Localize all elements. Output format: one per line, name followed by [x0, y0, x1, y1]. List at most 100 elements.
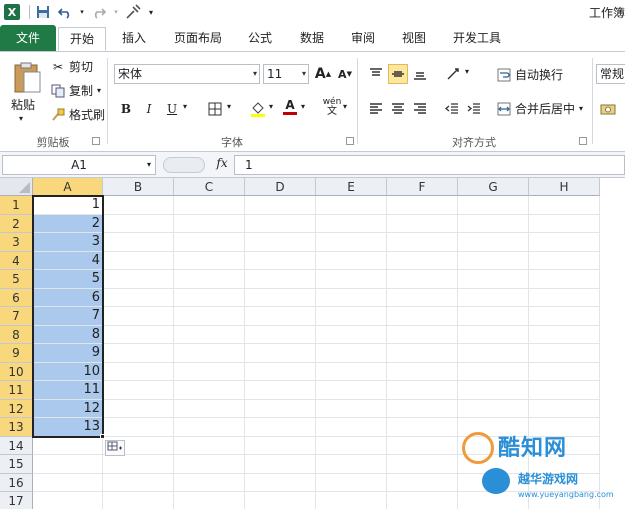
cell-h6[interactable] — [529, 288, 600, 307]
cell-h10[interactable] — [529, 362, 600, 381]
cell-d8[interactable] — [245, 325, 316, 344]
redo-icon[interactable] — [90, 3, 108, 21]
cell-b13[interactable] — [103, 418, 174, 437]
orientation-button[interactable] — [444, 64, 464, 84]
cell-c16[interactable] — [174, 473, 245, 492]
tab-page-layout[interactable]: 页面布局 — [168, 27, 228, 51]
cell-g9[interactable] — [458, 344, 529, 363]
cell-a15[interactable] — [33, 455, 103, 474]
cell-a14[interactable] — [33, 436, 103, 455]
clipboard-launcher-icon[interactable] — [92, 137, 100, 145]
cell-g8[interactable] — [458, 325, 529, 344]
cell-f16[interactable] — [387, 473, 458, 492]
cell-c12[interactable] — [174, 399, 245, 418]
cell-g1[interactable] — [458, 196, 529, 215]
column-header-b[interactable]: B — [103, 178, 174, 196]
tab-developer[interactable]: 开发工具 — [446, 27, 508, 51]
row-header-17[interactable]: 17 — [0, 492, 33, 509]
cell-g11[interactable] — [458, 381, 529, 400]
cell-b3[interactable] — [103, 233, 174, 252]
tab-file[interactable]: 文件 — [0, 25, 56, 51]
cell-d15[interactable] — [245, 455, 316, 474]
fill-color-button[interactable] — [248, 99, 268, 119]
tab-formulas[interactable]: 公式 — [240, 27, 280, 51]
row-header-2[interactable]: 2 — [0, 214, 33, 233]
font-size-select[interactable]: 11 ▾ — [263, 64, 309, 84]
number-format-select[interactable]: 常规 — [596, 64, 625, 84]
grow-font-button[interactable]: A ▲ — [313, 64, 333, 84]
cell-c13[interactable] — [174, 418, 245, 437]
cell-d17[interactable] — [245, 492, 316, 509]
cell-d5[interactable] — [245, 270, 316, 289]
cell-d16[interactable] — [245, 473, 316, 492]
cell-e16[interactable] — [316, 473, 387, 492]
cell-e3[interactable] — [316, 233, 387, 252]
italic-button[interactable]: I — [139, 99, 159, 119]
name-box-dropdown-icon[interactable]: ▾ — [147, 156, 151, 174]
borders-button[interactable] — [205, 99, 225, 119]
wrap-text-button[interactable]: 自动换行 — [496, 66, 563, 83]
cell-e14[interactable] — [316, 436, 387, 455]
cell-e2[interactable] — [316, 214, 387, 233]
cell-g3[interactable] — [458, 233, 529, 252]
formula-bar-divider[interactable] — [163, 157, 205, 173]
cell-b12[interactable] — [103, 399, 174, 418]
cell-h11[interactable] — [529, 381, 600, 400]
cut-button[interactable]: ✂ 剪切 — [50, 58, 93, 75]
cell-a5[interactable]: 5 — [33, 270, 103, 289]
align-center-button[interactable] — [388, 99, 408, 119]
cell-b7[interactable] — [103, 307, 174, 326]
currency-format-button[interactable] — [598, 99, 618, 119]
row-header-13[interactable]: 13 — [0, 418, 33, 437]
cell-a2[interactable]: 2 — [33, 214, 103, 233]
autofill-options-button[interactable] — [105, 439, 125, 456]
cell-e6[interactable] — [316, 288, 387, 307]
row-header-16[interactable]: 16 — [0, 473, 33, 492]
paste-button[interactable]: 粘贴 ▾ — [4, 56, 42, 130]
cell-f3[interactable] — [387, 233, 458, 252]
cell-c6[interactable] — [174, 288, 245, 307]
undo-dropdown-icon[interactable]: ▾ — [78, 3, 86, 21]
row-header-14[interactable]: 14 — [0, 436, 33, 455]
cell-d13[interactable] — [245, 418, 316, 437]
cell-d2[interactable] — [245, 214, 316, 233]
cell-c17[interactable] — [174, 492, 245, 509]
column-header-c[interactable]: C — [174, 178, 245, 196]
cell-e15[interactable] — [316, 455, 387, 474]
excel-logo-icon[interactable]: X — [3, 3, 21, 21]
column-header-e[interactable]: E — [316, 178, 387, 196]
cell-e17[interactable] — [316, 492, 387, 509]
cell-d3[interactable] — [245, 233, 316, 252]
cell-e13[interactable] — [316, 418, 387, 437]
cell-a1[interactable]: 1 — [33, 196, 103, 215]
cell-h8[interactable] — [529, 325, 600, 344]
undo-icon[interactable] — [56, 3, 74, 21]
cell-f13[interactable] — [387, 418, 458, 437]
fill-color-dropdown-icon[interactable]: ▾ — [269, 102, 273, 111]
cell-c1[interactable] — [174, 196, 245, 215]
cell-f8[interactable] — [387, 325, 458, 344]
cell-c9[interactable] — [174, 344, 245, 363]
cell-f5[interactable] — [387, 270, 458, 289]
cell-f15[interactable] — [387, 455, 458, 474]
cell-c7[interactable] — [174, 307, 245, 326]
align-middle-button[interactable] — [388, 64, 408, 84]
tab-insert[interactable]: 插入 — [114, 27, 154, 51]
cell-d12[interactable] — [245, 399, 316, 418]
font-launcher-icon[interactable] — [346, 137, 354, 145]
cell-e10[interactable] — [316, 362, 387, 381]
cell-a9[interactable]: 9 — [33, 344, 103, 363]
orientation-dropdown-icon[interactable]: ▾ — [465, 67, 469, 76]
cell-f1[interactable] — [387, 196, 458, 215]
cell-a6[interactable]: 6 — [33, 288, 103, 307]
cell-c15[interactable] — [174, 455, 245, 474]
name-box[interactable]: A1 ▾ — [2, 155, 156, 175]
customize-qat-icon[interactable]: ▾ — [146, 3, 156, 21]
borders-dropdown-icon[interactable]: ▾ — [227, 102, 231, 111]
phonetic-dropdown-icon[interactable]: ▾ — [343, 102, 347, 111]
cell-e8[interactable] — [316, 325, 387, 344]
fill-handle[interactable] — [100, 433, 105, 439]
cell-c4[interactable] — [174, 251, 245, 270]
cell-h12[interactable] — [529, 399, 600, 418]
cell-e1[interactable] — [316, 196, 387, 215]
